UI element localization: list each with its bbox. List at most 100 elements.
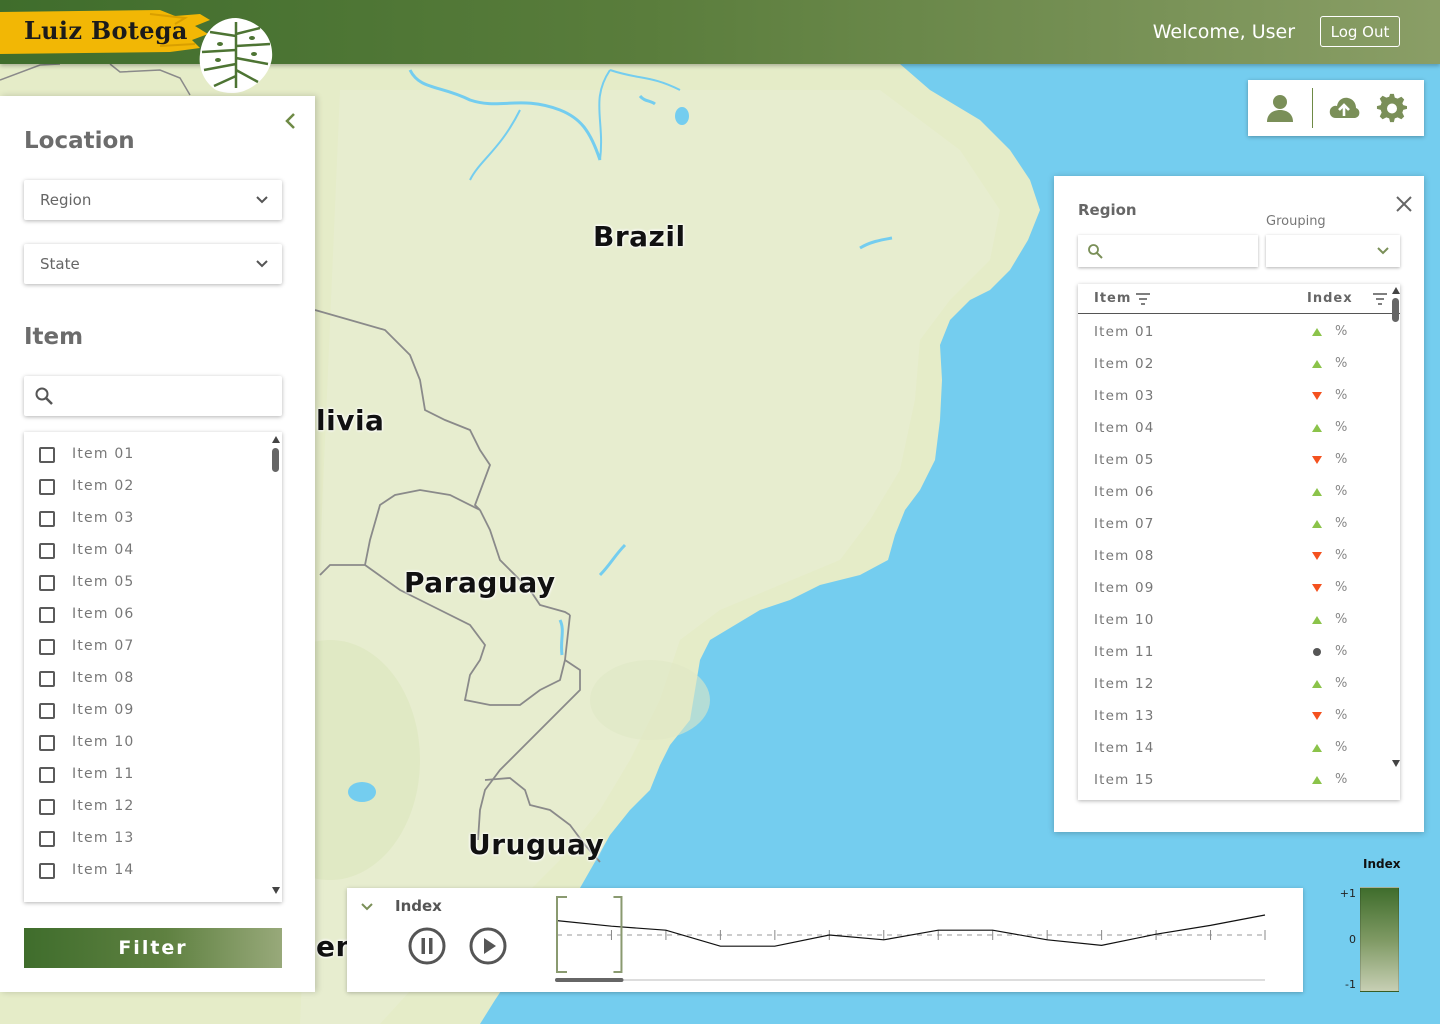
column-header-item[interactable]: Item (1094, 291, 1131, 306)
row-index-value: % (1335, 484, 1348, 499)
checkbox-label: Item 09 (72, 702, 135, 718)
checkbox[interactable] (39, 607, 55, 623)
logout-button[interactable]: Log Out (1320, 16, 1400, 47)
filter-icon[interactable] (1372, 292, 1388, 306)
legend-gradient-bar (1360, 887, 1399, 992)
trend-down-icon (1312, 456, 1322, 464)
table-row[interactable]: Item 09% (1078, 571, 1388, 603)
item-search-box[interactable] (24, 376, 282, 416)
checkbox-item[interactable]: Item 09 (24, 695, 264, 727)
checkbox-label: Item 05 (72, 574, 135, 590)
timeline-chart[interactable] (551, 894, 1271, 988)
checkbox-item[interactable]: Item 03 (24, 503, 264, 535)
checkbox[interactable] (39, 447, 55, 463)
search-icon (35, 387, 53, 405)
item-checkbox-list[interactable]: Item 01 Item 02 Item 03 Item 04 Item 05 Item … (24, 432, 282, 902)
checkbox-item[interactable]: Item 08 (24, 663, 264, 695)
row-item-name: Item 05 (1094, 452, 1155, 468)
play-icon[interactable] (468, 926, 508, 966)
table-row[interactable]: Item 15% (1078, 763, 1388, 795)
table-row[interactable]: Item 03% (1078, 379, 1388, 411)
table-row[interactable]: Item 06% (1078, 475, 1388, 507)
checkbox[interactable] (39, 479, 55, 495)
legend-max: +1 (1339, 887, 1356, 900)
checkbox-label: Item 01 (72, 446, 135, 462)
chevron-down-icon (256, 196, 268, 204)
chevron-down-icon[interactable] (359, 900, 375, 914)
region-search-box[interactable] (1078, 235, 1258, 267)
checkbox-item[interactable]: Item 13 (24, 823, 264, 855)
item-list-scrollbar[interactable] (270, 432, 282, 902)
checkbox[interactable] (39, 799, 55, 815)
map-label-paraguay: Paraguay (404, 566, 556, 599)
checkbox[interactable] (39, 831, 55, 847)
state-select[interactable]: State (24, 244, 282, 284)
item-search-input[interactable] (64, 380, 274, 412)
table-row[interactable]: Item 12% (1078, 667, 1388, 699)
checkbox[interactable] (39, 543, 55, 559)
region-panel: Region Grouping Item Index Item 01% Item … (1054, 176, 1424, 832)
scroll-thumb[interactable] (1392, 298, 1399, 322)
scroll-up-arrow[interactable] (272, 436, 280, 443)
checkbox[interactable] (39, 703, 55, 719)
table-scrollbar[interactable] (1390, 284, 1400, 800)
checkbox-item[interactable]: Item 02 (24, 471, 264, 503)
checkbox-label: Item 03 (72, 510, 135, 526)
cloud-upload-icon[interactable] (1328, 92, 1360, 124)
grouping-select[interactable] (1266, 235, 1400, 267)
checkbox-item[interactable]: Item 07 (24, 631, 264, 663)
checkbox-item[interactable]: Item 11 (24, 759, 264, 791)
user-icon[interactable] (1264, 92, 1296, 124)
table-row[interactable]: Item 08% (1078, 539, 1388, 571)
checkbox-item[interactable]: Item 12 (24, 791, 264, 823)
checkbox-item[interactable]: Item 14 (24, 855, 264, 887)
pause-icon[interactable] (407, 926, 447, 966)
row-index-value: % (1335, 708, 1348, 723)
table-row[interactable]: Item 10% (1078, 603, 1388, 635)
row-item-name: Item 07 (1094, 516, 1155, 532)
legend-mid: 0 (1349, 933, 1356, 946)
checkbox[interactable] (39, 863, 55, 879)
row-index-value: % (1335, 612, 1348, 627)
checkbox-item[interactable]: Item 05 (24, 567, 264, 599)
table-row[interactable]: Item 14% (1078, 731, 1388, 763)
checkbox[interactable] (39, 767, 55, 783)
checkbox-label: Item 07 (72, 638, 135, 654)
table-row[interactable]: Item 13% (1078, 699, 1388, 731)
checkbox[interactable] (39, 735, 55, 751)
table-row[interactable]: Item 01% (1078, 315, 1388, 347)
region-select[interactable]: Region (24, 180, 282, 220)
table-row[interactable]: Item 07% (1078, 507, 1388, 539)
checkbox[interactable] (39, 639, 55, 655)
checkbox[interactable] (39, 511, 55, 527)
checkbox-item[interactable]: Item 06 (24, 599, 264, 631)
filter-icon[interactable] (1135, 292, 1151, 306)
region-select-label: Region (40, 191, 92, 209)
filter-button[interactable]: Filter (24, 928, 282, 968)
monstera-leaf-logo (199, 18, 273, 93)
scroll-thumb[interactable] (272, 448, 279, 472)
checkbox-item[interactable]: Item 01 (24, 439, 264, 471)
table-row[interactable]: Item 11% (1078, 635, 1388, 667)
checkbox-item[interactable]: Item 10 (24, 727, 264, 759)
close-icon[interactable] (1394, 194, 1414, 214)
settings-gear-icon[interactable] (1376, 92, 1408, 124)
table-row[interactable]: Item 05% (1078, 443, 1388, 475)
checkbox-label: Item 06 (72, 606, 135, 622)
scroll-up-arrow[interactable] (1392, 287, 1400, 294)
checkbox-item[interactable]: Item 04 (24, 535, 264, 567)
checkbox[interactable] (39, 575, 55, 591)
checkbox-label: Item 10 (72, 734, 135, 750)
chevron-left-icon[interactable] (280, 110, 302, 132)
scroll-down-arrow[interactable] (272, 887, 280, 894)
table-row[interactable]: Item 04% (1078, 411, 1388, 443)
checkbox[interactable] (39, 671, 55, 687)
timeline-panel: Index (347, 888, 1303, 992)
map-label-bolivia: livia (316, 404, 385, 437)
row-index-value: % (1335, 516, 1348, 531)
region-search-input[interactable] (1110, 239, 1250, 263)
scroll-down-arrow[interactable] (1392, 760, 1400, 767)
column-header-index[interactable]: Index (1307, 291, 1353, 306)
row-item-name: Item 15 (1094, 772, 1155, 788)
table-row[interactable]: Item 02% (1078, 347, 1388, 379)
